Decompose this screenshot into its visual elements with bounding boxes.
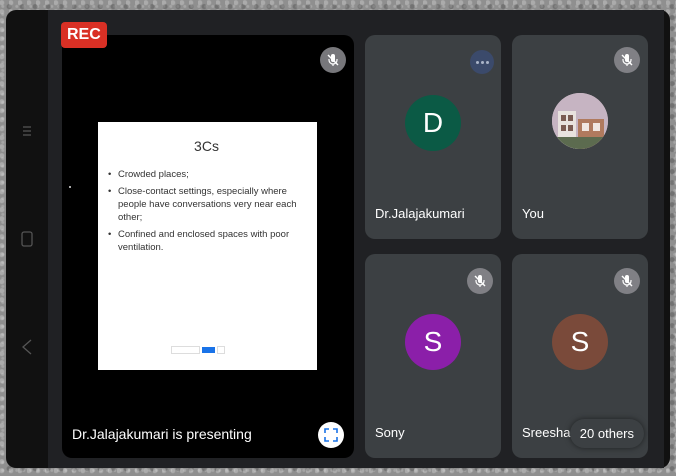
others-count-pill[interactable]: 20 others	[569, 419, 644, 448]
slide-title: 3Cs	[194, 138, 219, 154]
avatar: D	[405, 95, 461, 151]
home-icon[interactable]	[19, 231, 35, 247]
participant-tile-you[interactable]: You	[512, 35, 648, 239]
avatar: S	[552, 314, 608, 370]
presentation-tile[interactable]: 3Cs Crowded places; Close-contact settin…	[62, 35, 354, 458]
back-icon[interactable]	[19, 339, 35, 355]
fullscreen-icon[interactable]	[318, 422, 344, 448]
participant-name: Sony	[375, 425, 405, 440]
slide-share-toolbar	[171, 346, 225, 354]
mic-off-icon	[320, 47, 346, 73]
recording-badge: REC	[61, 22, 107, 48]
mic-off-icon	[614, 268, 640, 294]
mic-off-icon	[467, 268, 493, 294]
participant-tile-dr-jalajakumari[interactable]: D Dr.Jalajakumari	[365, 35, 501, 239]
dot-marker	[69, 186, 71, 188]
participant-tile-sreesha[interactable]: S Sreesha 20 others	[512, 254, 648, 458]
participant-name: Sreesha	[522, 425, 571, 440]
participant-name: Dr.Jalajakumari	[375, 206, 465, 221]
tablet-frame: REC 3Cs Crowded places; Close-contact se…	[6, 10, 670, 468]
shared-slide: 3Cs Crowded places; Close-contact settin…	[98, 122, 317, 370]
slide-bullet: Close-contact settings, especially where…	[108, 185, 305, 224]
android-nav-bar	[6, 10, 48, 468]
participant-tile-sony[interactable]: S Sony	[365, 254, 501, 458]
slide-bullet: Crowded places;	[108, 168, 305, 181]
avatar: S	[405, 314, 461, 370]
meet-screen: REC 3Cs Crowded places; Close-contact se…	[48, 10, 664, 468]
mic-off-icon	[614, 47, 640, 73]
slide-bullet: Confined and enclosed spaces with poor v…	[108, 228, 305, 254]
participant-name: You	[522, 206, 544, 221]
recent-apps-icon[interactable]	[19, 123, 35, 139]
profile-photo-avatar	[552, 93, 608, 149]
slide-toolbar-text	[171, 346, 201, 354]
slide-toolbar-close[interactable]	[217, 346, 225, 354]
more-options-icon[interactable]	[470, 50, 494, 74]
slide-bullet-list: Crowded places; Close-contact settings, …	[108, 168, 305, 254]
slide-toolbar-button[interactable]	[202, 347, 216, 353]
presenter-label: Dr.Jalajakumari is presenting	[72, 426, 252, 442]
